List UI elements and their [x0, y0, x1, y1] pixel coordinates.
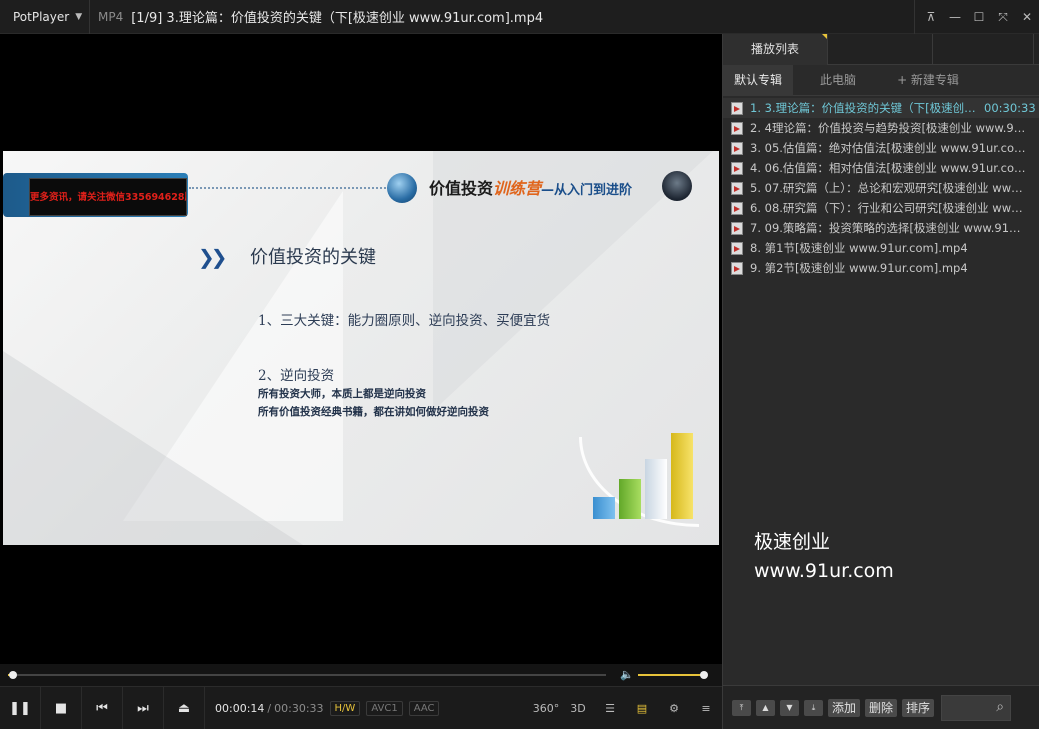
video-file-icon — [731, 221, 743, 235]
close-icon[interactable]: ✕ — [1015, 10, 1039, 24]
sort-button[interactable]: 排序 — [902, 698, 935, 717]
seek-handle[interactable] — [8, 671, 17, 679]
window-controls: ⊼ — ☐ ⤧ ✕ — [914, 0, 1039, 34]
video-file-icon — [731, 121, 743, 135]
next-icon: ⏭ — [137, 700, 149, 716]
video-file-icon — [731, 141, 743, 155]
chevron-down-icon: ▼ — [75, 11, 83, 22]
tab-empty-2[interactable] — [933, 34, 1034, 65]
move-up-button[interactable]: ▲ — [756, 699, 775, 716]
fullscreen-icon[interactable]: ⤧ — [991, 10, 1015, 25]
volume-slider[interactable] — [638, 671, 708, 679]
next-button[interactable]: ⏭ — [123, 686, 164, 729]
previous-icon: ⏮ — [96, 700, 108, 716]
move-down-button[interactable]: ▼ — [780, 699, 799, 716]
album-tab-pc[interactable]: 此电脑 — [793, 65, 883, 96]
double-arrow-icon: ❯❯ — [198, 245, 227, 269]
video-file-icon — [731, 241, 743, 255]
playlist-item[interactable]: 1. 3.理论篇：价值投资的关键（下[极速创业 www.91ur.com].mp… — [723, 98, 1039, 118]
previous-button[interactable]: ⏮ — [82, 686, 123, 729]
playlist-item[interactable]: 5. 07.研究篇（上）：总论和宏观研究[极速创业 www.91ur.com].… — [723, 178, 1039, 198]
eject-button[interactable]: ⏏ — [164, 686, 205, 729]
time-display: 00:00:14/00:30:33 — [215, 701, 324, 715]
video-area[interactable]: 更多资讯，请关注微信335694628服务器 价值投资训练营—从入门到进阶 ❯❯… — [0, 34, 722, 664]
slide-title: 价值投资的关键 — [250, 247, 376, 268]
ad-text: 更多资讯，请关注微信335694628服务器 — [29, 178, 187, 216]
title-bar: PotPlayer ▼ MP4 [1/9] 3.理论篇：价值投资的关键（下[极速… — [0, 0, 1039, 34]
stop-icon: ■ — [54, 700, 68, 716]
3d-button[interactable]: 3D — [562, 702, 594, 715]
tab-playlist[interactable]: 播放列表 — [723, 34, 828, 65]
playlist-item[interactable]: 4. 06.估值篇：相对估值法[极速创业 www.91ur.com].mp4 — [723, 158, 1039, 178]
item-duration: 00:30:33 — [984, 101, 1036, 115]
search-icon: ⌕ — [996, 698, 1005, 715]
move-top-button[interactable]: ⤒ — [732, 699, 751, 716]
window-title: [1/9] 3.理论篇：价值投资的关键（下[极速创业 www.91ur.com]… — [131, 11, 544, 26]
video-frame: 更多资讯，请关注微信335694628服务器 价值投资训练营—从入门到进阶 ❯❯… — [3, 151, 719, 545]
video-codec-badge[interactable]: AVC1 — [366, 700, 403, 716]
menu-icon[interactable]: ≡ — [690, 702, 722, 715]
video-file-icon — [731, 261, 743, 275]
dotted-line — [189, 187, 389, 189]
right-controls: 360° 3D ☰ ▤ ⚙ ≡ — [530, 687, 722, 729]
vr-360-button[interactable]: 360° — [530, 702, 562, 715]
playlist-item[interactable]: 3. 05.估值篇：绝对估值法[极速创业 www.91ur.com].mp4 — [723, 138, 1039, 158]
album-tab-default[interactable]: 默认专辑 — [723, 64, 793, 96]
app-menu-button[interactable]: PotPlayer ▼ — [0, 0, 90, 34]
seek-bar[interactable] — [8, 671, 606, 679]
subtitle-icon[interactable]: ▤ — [626, 702, 658, 715]
hw-decode-badge[interactable]: H/W — [329, 700, 361, 716]
playlist-item[interactable]: 9. 第2节[极速创业 www.91ur.com].mp4 — [723, 258, 1039, 278]
current-time: 00:00:14 — [215, 701, 265, 715]
course-logo: 价值投资训练营—从入门到进阶 — [429, 179, 633, 198]
album-tab-new[interactable]: + 新建专辑 — [883, 65, 973, 96]
settings-gear-icon[interactable]: ⚙ — [658, 702, 690, 715]
playlist-item[interactable]: 7. 09.策略篇：投资策略的选择[极速创业 www.91ur.com].mp4 — [723, 218, 1039, 238]
control-bar: ❚❚ ■ ⏮ ⏭ ⏏ 00:00:14/00:30:33 H/W AVC1 AA… — [0, 686, 722, 729]
playlist-search-input[interactable]: ⌕ — [941, 694, 1012, 721]
video-file-icon — [731, 181, 743, 195]
volume-icon[interactable]: 🔈 — [620, 668, 634, 681]
pin-icon[interactable]: ⊼ — [919, 10, 943, 24]
video-file-icon — [731, 161, 743, 175]
video-file-icon — [731, 101, 743, 115]
panel-tabs: 播放列表 — [723, 34, 1039, 65]
move-bottom-button[interactable]: ⤓ — [804, 699, 823, 716]
volume-handle[interactable] — [700, 671, 708, 679]
album-tabs: 默认专辑 此电脑 + 新建专辑 — [723, 64, 1039, 96]
format-label: MP4 — [98, 9, 124, 24]
app-name: PotPlayer — [13, 9, 70, 24]
total-time: 00:30:33 — [274, 701, 324, 715]
add-button[interactable]: 添加 — [828, 698, 861, 717]
pause-icon: ❚❚ — [9, 700, 31, 716]
playlist-item[interactable]: 6. 08.研究篇（下）：行业和公司研究[极速创业 www.91ur.com].… — [723, 198, 1039, 218]
playlist: 1. 3.理论篇：价值投资的关键（下[极速创业 www.91ur.com].mp… — [723, 96, 1039, 278]
stop-button[interactable]: ■ — [41, 686, 82, 729]
growth-bars-graphic — [579, 431, 709, 531]
playlist-search-icon[interactable]: ☰ — [594, 702, 626, 715]
delete-button[interactable]: 删除 — [865, 698, 898, 717]
tab-empty-1[interactable] — [828, 34, 933, 65]
minimize-icon[interactable]: — — [943, 10, 967, 24]
playlist-footer: ⤒ ▲ ▼ ⤓ 添加 删除 排序 ⌕ — [723, 685, 1039, 729]
seek-row: 🔈 — [0, 664, 722, 686]
presenter-avatar — [662, 171, 692, 201]
slide-line-2: 所有价值投资经典书籍，都在讲如何做好逆向投资 — [258, 406, 489, 418]
pause-button[interactable]: ❚❚ — [0, 686, 41, 729]
ad-banner: 更多资讯，请关注微信335694628服务器 — [3, 173, 188, 217]
maximize-icon[interactable]: ☐ — [967, 10, 991, 24]
playlist-item[interactable]: 2. 4理论篇：价值投资与趋势投资[极速创业 www.91ur.com].mp4 — [723, 118, 1039, 138]
slide-point-2: 2、逆向投资 — [258, 368, 335, 384]
slide-point-1: 1、三大关键：能力圈原则、逆向投资、买便宜货 — [258, 313, 551, 329]
video-file-icon — [731, 201, 743, 215]
eject-icon: ⏏ — [177, 700, 191, 716]
watermark: 极速创业 www.91ur.com — [754, 531, 894, 582]
playlist-panel: 播放列表 默认专辑 此电脑 + 新建专辑 1. 3.理论篇：价值投资的关键（下[… — [722, 34, 1039, 729]
audio-codec-badge[interactable]: AAC — [408, 700, 440, 716]
slide-line-1: 所有投资大师，本质上都是逆向投资 — [258, 388, 426, 400]
globe-icon — [387, 173, 417, 203]
playlist-item[interactable]: 8. 第1节[极速创业 www.91ur.com].mp4 — [723, 238, 1039, 258]
